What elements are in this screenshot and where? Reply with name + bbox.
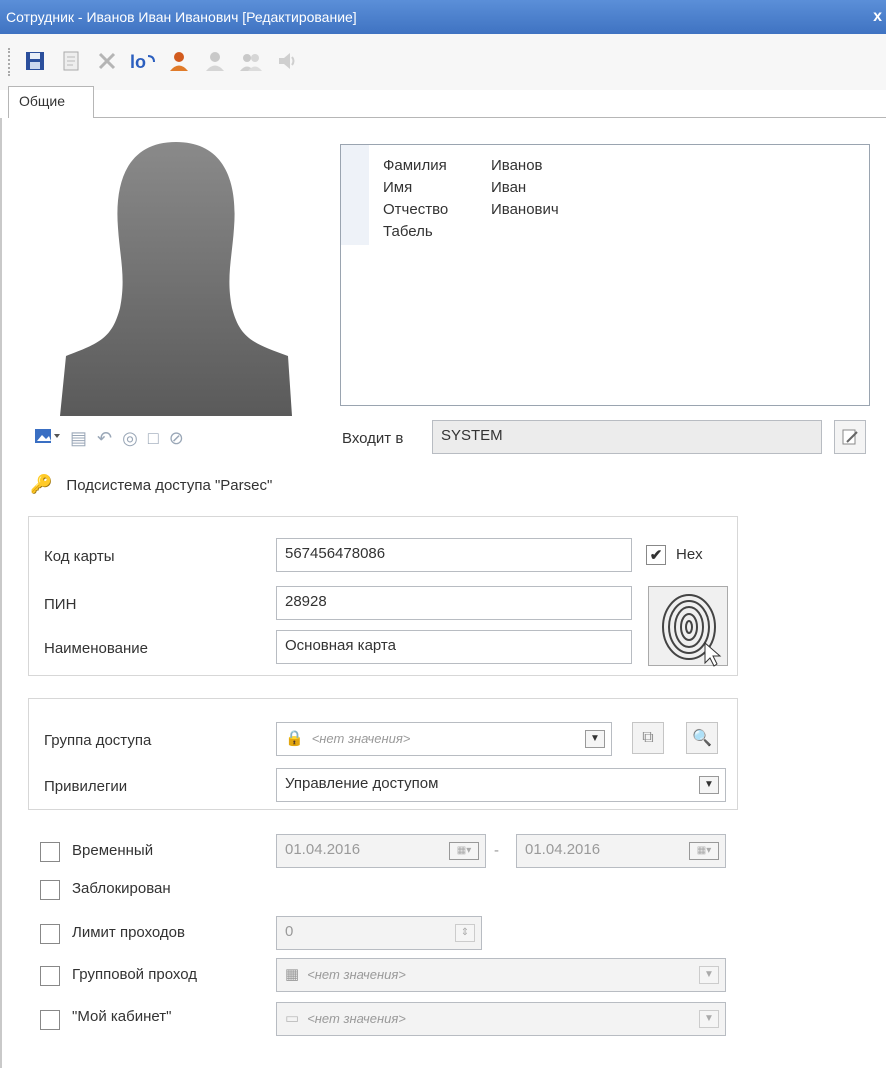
- surname-label: Фамилия: [383, 157, 447, 174]
- limit-input[interactable]: 0 ⇕: [276, 916, 482, 950]
- tabel-label: Табель: [383, 223, 433, 240]
- name-label: Имя: [383, 179, 413, 196]
- delete-icon[interactable]: [92, 46, 122, 76]
- blocked-label: Заблокирован: [72, 880, 171, 897]
- photo-toolbar: ▤ ↶ ◎ □ ⊘: [34, 424, 184, 452]
- user-icon[interactable]: [164, 46, 194, 76]
- cabinet-label: "Мой кабинет": [72, 1008, 172, 1025]
- subsystem-header: 🔑 Подсистема доступа "Parsec": [30, 474, 272, 495]
- spinner-icon[interactable]: ⇕: [455, 924, 475, 942]
- name-value[interactable]: Иван: [491, 179, 526, 196]
- users-icon[interactable]: [236, 46, 266, 76]
- group-pass-label: Групповой проход: [72, 966, 197, 983]
- close-button[interactable]: x: [873, 0, 882, 34]
- undo-photo-icon[interactable]: ↶: [97, 428, 112, 449]
- capture-photo-icon[interactable]: ◎: [122, 428, 138, 449]
- card-code-input[interactable]: 567456478086: [276, 538, 632, 572]
- subsystem-title: Подсистема доступа "Parsec": [66, 477, 273, 494]
- fingerprint-button[interactable]: [648, 586, 728, 667]
- calendar-icon[interactable]: ▦▾: [449, 842, 479, 860]
- cabinet-value: <нет значения>: [307, 1011, 406, 1026]
- limit-label: Лимит проходов: [72, 924, 185, 941]
- date-to-value: 01.04.2016: [525, 841, 601, 858]
- left-border: [0, 118, 2, 1068]
- patronymic-label: Отчество: [383, 201, 449, 218]
- edit-membership-button[interactable]: [834, 420, 866, 454]
- card-name-label: Наименование: [44, 640, 148, 657]
- temporary-label: Временный: [72, 842, 154, 859]
- date-to-input[interactable]: 01.04.2016 ▦▾: [516, 834, 726, 868]
- cabinet-select[interactable]: ▭ <нет значения> ▼: [276, 1002, 726, 1036]
- card-name-input[interactable]: Основная карта: [276, 630, 632, 664]
- name-panel: Фамилия Иванов Имя Иван Отчество Иванович Т…: [340, 144, 870, 406]
- clear-photo-icon[interactable]: ⊘: [169, 428, 184, 449]
- chevron-down-icon[interactable]: ▼: [699, 776, 719, 794]
- card-code-label: Код карты: [44, 548, 115, 565]
- date-from-input[interactable]: 01.04.2016 ▦▾: [276, 834, 486, 868]
- tab-general[interactable]: Общие: [8, 86, 94, 118]
- membership-label: Входит в: [342, 430, 404, 447]
- window-title: Сотрудник - Иванов Иван Иванович [Редакт…: [0, 0, 886, 34]
- temporary-checkbox[interactable]: [40, 842, 60, 862]
- blocked-checkbox[interactable]: [40, 880, 60, 900]
- tab-divider: [94, 117, 886, 118]
- crop-photo-icon[interactable]: □: [148, 428, 159, 449]
- lock-icon: 🔒: [285, 730, 304, 747]
- chevron-down-icon[interactable]: ▼: [585, 730, 605, 748]
- privileges-value: Управление доступом: [285, 775, 439, 792]
- save-photo-icon[interactable]: ▤: [70, 428, 87, 449]
- patronymic-value[interactable]: Иванович: [491, 201, 559, 218]
- pin-input[interactable]: 28928: [276, 586, 632, 620]
- limit-checkbox[interactable]: [40, 924, 60, 944]
- privileges-select[interactable]: Управление доступом ▼: [276, 768, 726, 802]
- employee-photo[interactable]: [60, 138, 292, 416]
- copy-button[interactable]: ⧉: [632, 722, 664, 754]
- privileges-label: Привилегии: [44, 778, 128, 795]
- access-group-select[interactable]: 🔒 <нет значения> ▼: [276, 722, 612, 756]
- membership-field[interactable]: SYSTEM: [432, 420, 822, 454]
- date-separator: -: [494, 842, 499, 859]
- speaker-icon[interactable]: [272, 46, 302, 76]
- group-icon: ▦: [285, 966, 300, 983]
- calendar-icon[interactable]: ▦▾: [689, 842, 719, 860]
- undo-icon[interactable]: lo: [128, 46, 158, 76]
- toolbar-grip: [8, 48, 11, 76]
- svg-text:lo: lo: [130, 52, 146, 72]
- limit-value: 0: [285, 923, 294, 940]
- surname-value[interactable]: Иванов: [491, 157, 543, 174]
- hex-checkbox[interactable]: ✔: [646, 545, 666, 565]
- group-pass-select[interactable]: ▦ <нет значения> ▼: [276, 958, 726, 992]
- save-icon[interactable]: [20, 46, 50, 76]
- group-pass-checkbox[interactable]: [40, 966, 60, 986]
- date-from-value: 01.04.2016: [285, 841, 361, 858]
- hex-label: Hex: [676, 546, 703, 563]
- pin-label: ПИН: [44, 596, 77, 613]
- folder-icon: ▭: [285, 1010, 300, 1027]
- key-icon: 🔑: [30, 474, 53, 494]
- document-icon[interactable]: [56, 46, 86, 76]
- cabinet-checkbox[interactable]: [40, 1010, 60, 1030]
- access-group-label: Группа доступа: [44, 732, 152, 749]
- chevron-down-icon[interactable]: ▼: [699, 1010, 719, 1028]
- group-pass-value: <нет значения>: [307, 967, 406, 982]
- search-button[interactable]: 🔍: [686, 722, 718, 754]
- user-gray-icon[interactable]: [200, 46, 230, 76]
- access-group-value: <нет значения>: [311, 731, 411, 746]
- load-photo-icon[interactable]: [34, 427, 60, 450]
- chevron-down-icon[interactable]: ▼: [699, 966, 719, 984]
